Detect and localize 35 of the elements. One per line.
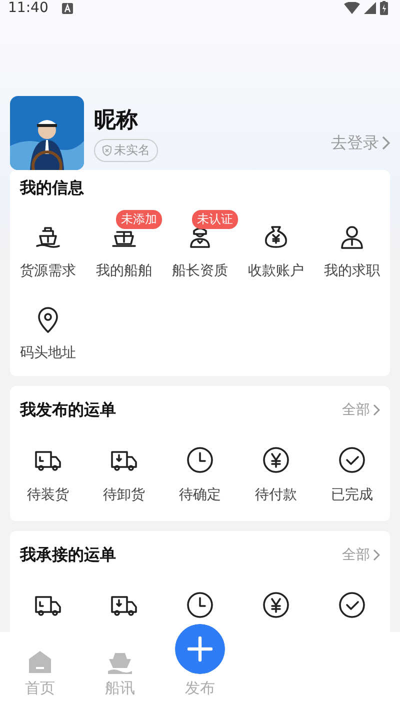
section-title: 我承接的运单	[20, 544, 117, 566]
notification-icon	[62, 2, 74, 14]
add-button[interactable]	[175, 624, 225, 674]
chevron-icon	[382, 136, 390, 150]
clock-icon	[184, 444, 216, 476]
chevron-icon	[373, 549, 380, 561]
check-circle-icon	[336, 589, 368, 621]
signal-icon	[364, 2, 376, 14]
verification-badge: 未实名	[94, 138, 158, 162]
home-icon	[27, 649, 53, 675]
yen-icon	[260, 589, 292, 621]
section-title: 我的信息	[20, 178, 85, 198]
check-circle-icon	[336, 444, 368, 476]
menu-item-label[interactable]: 货源需求	[20, 262, 76, 280]
menu-item-label[interactable]: 码头地址	[20, 344, 76, 362]
chevron-icon	[373, 404, 380, 416]
status-badge: 未添加	[116, 210, 162, 229]
menu-item-label[interactable]: 收款账户	[248, 262, 304, 280]
menu-item-label[interactable]: 我的船舶	[96, 262, 152, 280]
nickname: 昵称	[94, 106, 138, 134]
order-status-label[interactable]: 待装货	[27, 486, 69, 504]
order-status-label[interactable]: 已完成	[331, 486, 373, 504]
status-time: 11:40	[8, 0, 48, 16]
order-status-label[interactable]: 待付款	[255, 486, 297, 504]
order-status-label[interactable]: 待确定	[179, 486, 221, 504]
menu-item-label[interactable]: 我的求职	[324, 262, 380, 280]
wifi-icon	[344, 2, 360, 14]
clock-icon	[184, 589, 216, 621]
shield-icon	[102, 144, 112, 156]
section-title: 我发布的运单	[20, 400, 117, 420]
status-badge: 未认证	[192, 210, 238, 229]
yen-icon	[260, 444, 292, 476]
battery-icon	[380, 1, 388, 15]
order-status-label[interactable]: 待卸货	[103, 486, 145, 504]
menu-item-label[interactable]: 船长资质	[172, 262, 228, 280]
